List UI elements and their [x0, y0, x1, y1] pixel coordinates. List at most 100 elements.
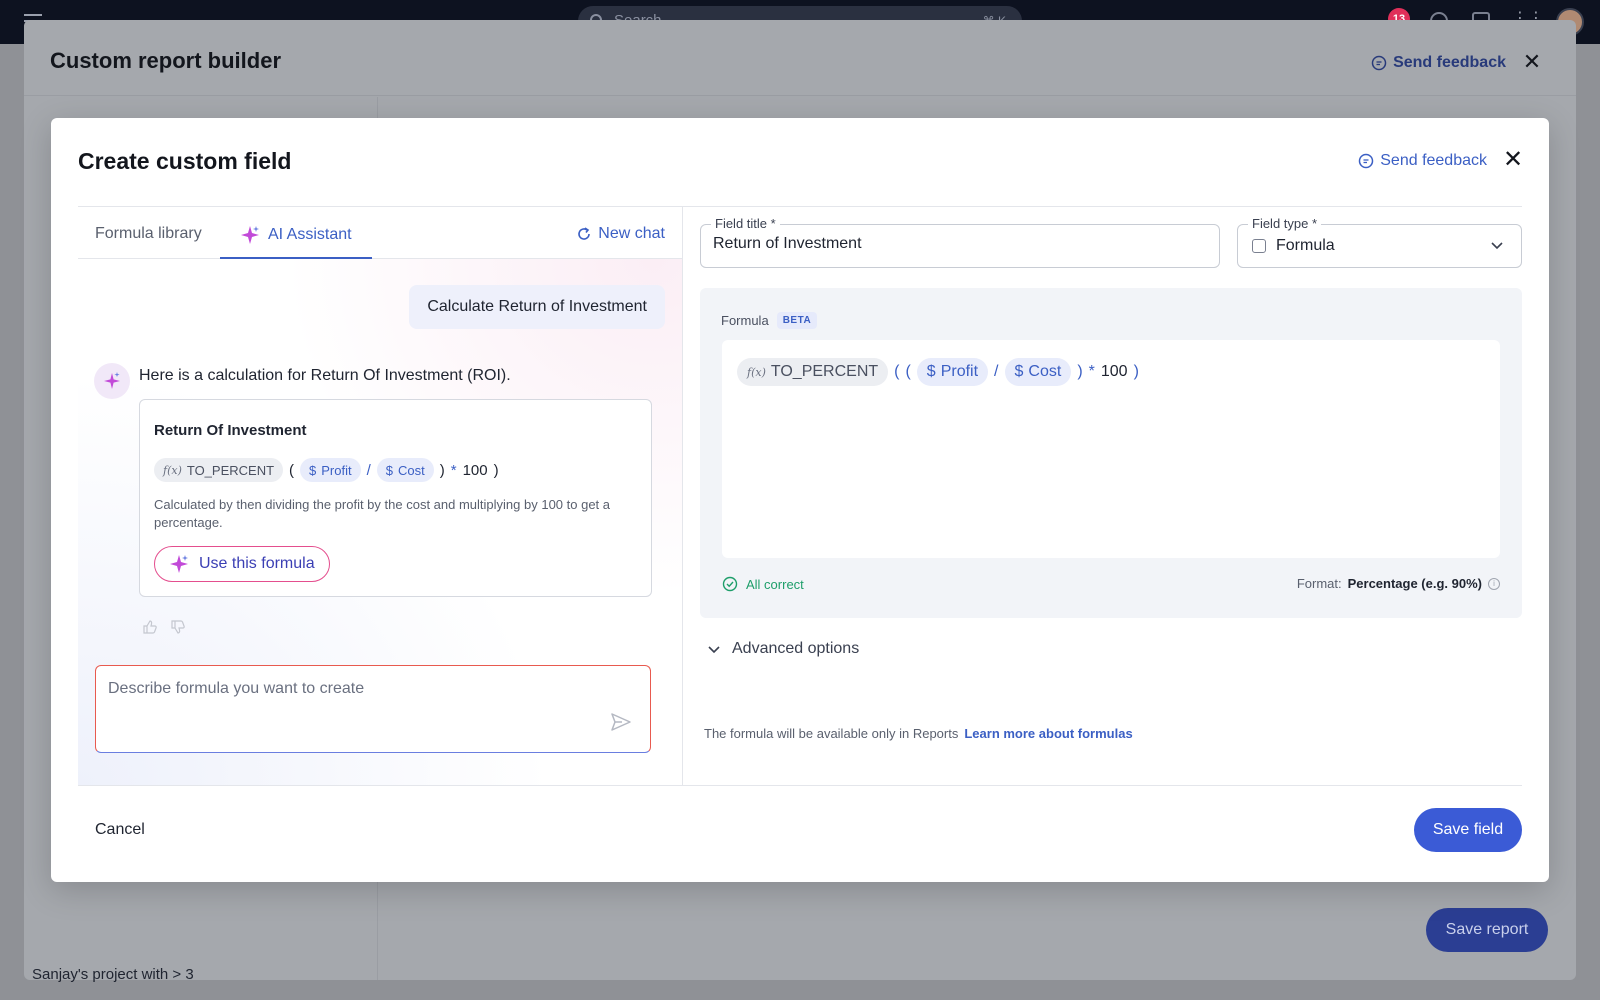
field-title-field: Field title * [700, 216, 1220, 268]
beta-badge: BETA [776, 312, 818, 329]
create-field-dialog: Create custom field Send feedback ✕ Form… [51, 118, 1549, 882]
tab-formula-library[interactable]: Formula library [95, 225, 202, 243]
chat-input-box [95, 665, 651, 753]
chevron-down-icon [1491, 242, 1503, 250]
close-icon[interactable]: ✕ [1522, 51, 1542, 73]
field-chip-profit: $ Profit [300, 458, 361, 482]
close-icon[interactable]: ✕ [1503, 148, 1523, 172]
dialog-feedback-link[interactable]: Send feedback [1358, 152, 1487, 170]
field-name: Cost [398, 462, 425, 478]
operator-multiply: * [450, 461, 457, 479]
tab-ai-assistant-label: AI Assistant [268, 226, 352, 243]
editor-formula: f(x) TO_PERCENT ( ( $ Profit / $ Cost ) … [737, 358, 1139, 386]
tab-ai-assistant[interactable]: AI Assistant [240, 225, 352, 245]
field-type-select[interactable]: Field type * Formula [1237, 216, 1522, 268]
active-tab-indicator [220, 257, 372, 259]
suggestion-description: Calculated by then dividing the profit b… [154, 497, 611, 530]
format-value: Percentage (e.g. 90%) [1347, 576, 1482, 591]
formula-editor[interactable]: f(x) TO_PERCENT ( ( $ Profit / $ Cost ) … [722, 340, 1500, 558]
field-name: Profit [321, 462, 352, 478]
dollar-icon: $ [1014, 363, 1024, 380]
check-circle-icon [722, 576, 738, 592]
operator-divide: / [366, 461, 371, 479]
availability-text: The formula will be available only in Re… [704, 726, 959, 741]
validation-text: All correct [746, 576, 804, 592]
format-info: Format: Percentage (e.g. 90%) i [1297, 576, 1500, 591]
report-builder-title: Custom report builder [50, 48, 282, 73]
formula-panel: Formula BETA f(x) TO_PERCENT ( ( $ Profi… [700, 288, 1522, 618]
advanced-options-toggle[interactable]: Advanced options [706, 640, 859, 658]
new-chat-button[interactable]: New chat [576, 225, 665, 243]
dollar-icon: $ [309, 462, 317, 478]
ai-message: Here is a calculation for Return Of Inve… [139, 367, 511, 384]
save-field-button[interactable]: Save field [1414, 808, 1522, 852]
chevron-down-icon [708, 646, 720, 654]
paren-open: ( [289, 461, 295, 479]
dialog-feedback-label: Send feedback [1380, 152, 1487, 169]
suggestion-title: Return Of Investment [154, 422, 307, 439]
function-icon: f(x) [747, 365, 766, 379]
refresh-icon [578, 227, 591, 240]
function-name: TO_PERCENT [186, 462, 275, 478]
report-builder-header: Custom report builder Send feedback ✕ [24, 20, 1576, 96]
function-icon: f(x) [163, 463, 182, 477]
dollar-icon: $ [385, 462, 394, 478]
sparkle-icon [104, 372, 120, 389]
save-report-button[interactable]: Save report [1426, 908, 1548, 952]
paren-close: ) [493, 461, 499, 479]
field-chip-cost: $ Cost [376, 458, 434, 482]
formula-type-icon [1252, 239, 1266, 253]
dollar-icon: $ [926, 363, 936, 380]
assistant-panel: Formula library AI Assistant New chat Ca… [78, 207, 683, 786]
field-chip-cost[interactable]: $ Cost [1004, 358, 1072, 386]
multiplier: 100 [1100, 363, 1128, 380]
field-chip-profit[interactable]: $ Profit [916, 358, 989, 386]
function-name: TO_PERCENT [770, 363, 879, 380]
cancel-button[interactable]: Cancel [95, 808, 145, 852]
use-formula-label: Use this formula [199, 555, 315, 572]
formula-prompt-input[interactable] [108, 680, 598, 740]
ai-avatar [94, 363, 130, 399]
format-label: Format: [1296, 576, 1342, 591]
advanced-options-label: Advanced options [732, 640, 860, 657]
report-feedback-link[interactable]: Send feedback [1371, 54, 1506, 72]
field-type-value: Formula [1276, 237, 1335, 254]
availability-note: The formula will be available only in Re… [704, 726, 1133, 741]
sidebar-project-item[interactable]: Sanjay's project with > 3 [32, 966, 194, 983]
formula-label: Formula BETA [721, 312, 818, 329]
user-message: Calculate Return of Investment [409, 285, 665, 329]
feedback-thumbs [142, 619, 186, 635]
paren-close: ) [1077, 363, 1083, 380]
paren-open: ( [905, 363, 911, 380]
validation-status: All correct [722, 576, 804, 592]
operator-multiply: * [1088, 363, 1095, 380]
sparkle-icon [170, 555, 188, 573]
sparkle-icon [241, 226, 259, 244]
function-chip[interactable]: f(x) TO_PERCENT [737, 358, 889, 386]
send-icon[interactable] [610, 712, 632, 732]
multiplier: 100 [462, 461, 488, 479]
thumbs-down-icon[interactable] [170, 619, 186, 635]
info-icon[interactable]: i [1488, 577, 1500, 590]
field-name: Profit [940, 363, 979, 380]
feedback-icon [1371, 55, 1387, 71]
field-name: Cost [1028, 363, 1062, 380]
field-title-input[interactable] [713, 235, 1203, 253]
field-title-label: Field title * [711, 216, 780, 231]
panel-tabs: Formula library AI Assistant New chat [78, 207, 682, 259]
field-type-label: Field type * [1248, 216, 1322, 231]
formula-label-text: Formula [721, 313, 769, 328]
paren-close: ) [439, 461, 445, 479]
paren-close: ) [1133, 363, 1139, 380]
operator-divide: / [994, 363, 999, 380]
formula-suggestion-card: Return Of Investment f(x) TO_PERCENT ( $… [139, 399, 652, 597]
learn-more-link[interactable]: Learn more about formulas [964, 726, 1132, 741]
footer-divider [78, 785, 1522, 786]
paren-open: ( [894, 363, 900, 380]
suggestion-formula: f(x) TO_PERCENT ( $ Profit / $ Cost ) * … [154, 458, 499, 482]
use-formula-button[interactable]: Use this formula [154, 546, 330, 582]
thumbs-up-icon[interactable] [142, 619, 158, 635]
new-chat-label: New chat [598, 225, 665, 242]
report-feedback-label: Send feedback [1393, 54, 1506, 71]
feedback-icon [1359, 153, 1374, 169]
